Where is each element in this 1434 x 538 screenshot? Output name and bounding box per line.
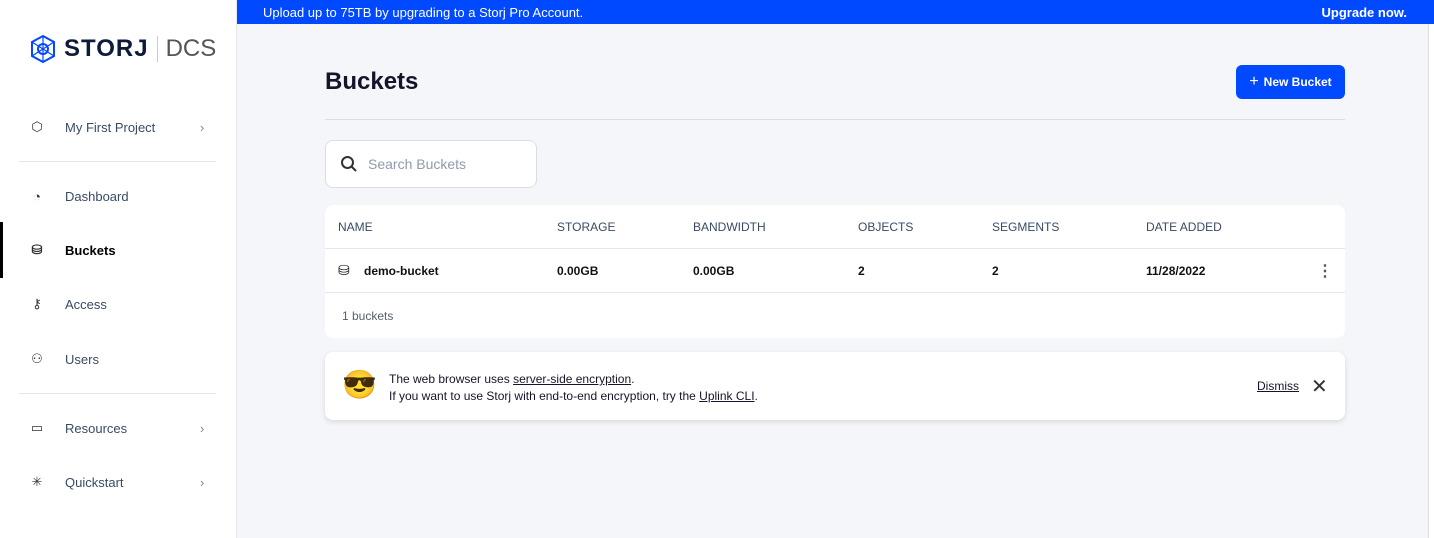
notice-text: .	[754, 389, 758, 403]
chevron-right-icon: ›	[200, 474, 205, 490]
upgrade-link[interactable]: Upgrade now.	[1322, 5, 1407, 20]
header-bandwidth[interactable]: BANDWIDTH	[693, 220, 766, 234]
sidebar-item-access[interactable]: ⚷ Access	[0, 284, 237, 324]
new-bucket-label: New Bucket	[1263, 75, 1332, 89]
sidebar-item-label: Resources	[65, 420, 128, 436]
sidebar-item-users[interactable]: ⚇ Users	[0, 339, 237, 379]
bucket-date-added: 11/28/2022	[1146, 263, 1206, 278]
upgrade-banner: Upload up to 75TB by upgrading to a Stor…	[237, 0, 1434, 24]
header-objects[interactable]: OBJECTS	[858, 220, 913, 234]
dismiss-button[interactable]: Dismiss	[1257, 379, 1299, 393]
header-name[interactable]: NAME	[338, 220, 373, 234]
logo-divider	[156, 36, 158, 62]
scrollbar[interactable]	[1428, 24, 1434, 538]
bucket-bandwidth: 0.00GB	[693, 263, 735, 278]
uplink-cli-link[interactable]: Uplink CLI	[699, 389, 754, 403]
divider	[325, 119, 1345, 120]
buckets-table: NAME STORAGE BANDWIDTH OBJECTS SEGMENTS …	[325, 205, 1345, 338]
new-bucket-button[interactable]: + New Bucket	[1236, 65, 1345, 99]
logo-text: STORJ	[64, 35, 149, 62]
banner-text: Upload up to 75TB by upgrading to a Stor…	[263, 4, 584, 20]
divider	[19, 393, 216, 394]
logo[interactable]: STORJ DCS	[30, 34, 216, 64]
plus-icon: +	[1249, 73, 1259, 90]
bucket-icon: ⛁	[338, 262, 350, 278]
sidebar: STORJ DCS ⬡ My First Project › ◔ Dashboard …	[0, 0, 237, 538]
chevron-right-icon: ›	[200, 420, 205, 436]
chevron-right-icon: ›	[200, 119, 205, 135]
search-input[interactable]	[368, 156, 518, 172]
key-icon: ⚷	[32, 296, 42, 311]
sidebar-item-label: Buckets	[65, 242, 116, 258]
search-icon	[341, 156, 357, 172]
close-icon[interactable]: ✕	[1311, 374, 1328, 399]
storj-logo-icon	[31, 34, 55, 64]
bucket-count: 1 buckets	[342, 309, 394, 323]
sunglasses-sun-icon: 😎	[342, 369, 377, 400]
sidebar-item-label: Quickstart	[65, 474, 124, 490]
cube-icon: ⬡	[31, 119, 43, 134]
notice-text: .	[631, 372, 635, 386]
sidebar-item-resources[interactable]: ▭ Resources ›	[0, 408, 237, 448]
spinner-icon: ✳	[31, 474, 43, 489]
server-side-encryption-link[interactable]: server-side encryption	[513, 372, 631, 386]
search-box[interactable]	[325, 140, 537, 188]
divider	[19, 161, 216, 162]
bucket-storage: 0.00GB	[557, 263, 599, 278]
page-title: Buckets	[325, 68, 419, 95]
header-date-added[interactable]: DATE ADDED	[1146, 220, 1222, 234]
bucket-segments: 2	[992, 263, 999, 278]
bucket-objects: 2	[858, 263, 865, 278]
gauge-icon: ◔	[33, 188, 41, 204]
sidebar-item-buckets[interactable]: ⛁ Buckets	[0, 222, 237, 278]
users-icon: ⚇	[31, 351, 43, 366]
notice-text: The web browser uses	[389, 372, 514, 386]
project-selector[interactable]: ⬡ My First Project ›	[0, 107, 237, 147]
project-name: My First Project	[65, 119, 156, 135]
bucket-name[interactable]: demo-bucket	[364, 264, 439, 278]
table-row[interactable]: ⛁ demo-bucket 0.00GB 0.00GB 2 2 11/28/20…	[325, 249, 1345, 293]
bucket-icon: ⛁	[31, 242, 43, 257]
encryption-notice: 😎 The web browser uses server-side encry…	[325, 352, 1345, 420]
table-header: NAME STORAGE BANDWIDTH OBJECTS SEGMENTS …	[325, 205, 1345, 249]
header-segments[interactable]: SEGMENTS	[992, 220, 1059, 234]
logo-product: DCS	[165, 35, 217, 62]
sidebar-item-label: Dashboard	[65, 188, 129, 204]
notice-text: If you want to use Storj with end-to-end…	[389, 389, 700, 403]
sidebar-item-dashboard[interactable]: ◔ Dashboard	[0, 176, 237, 216]
more-options-icon[interactable]: ⋮	[1317, 261, 1333, 281]
sidebar-item-quickstart[interactable]: ✳ Quickstart ›	[0, 462, 237, 502]
sidebar-item-label: Access	[65, 296, 107, 312]
book-icon: ▭	[30, 420, 44, 435]
sidebar-item-label: Users	[65, 351, 99, 367]
header-storage[interactable]: STORAGE	[557, 220, 615, 234]
